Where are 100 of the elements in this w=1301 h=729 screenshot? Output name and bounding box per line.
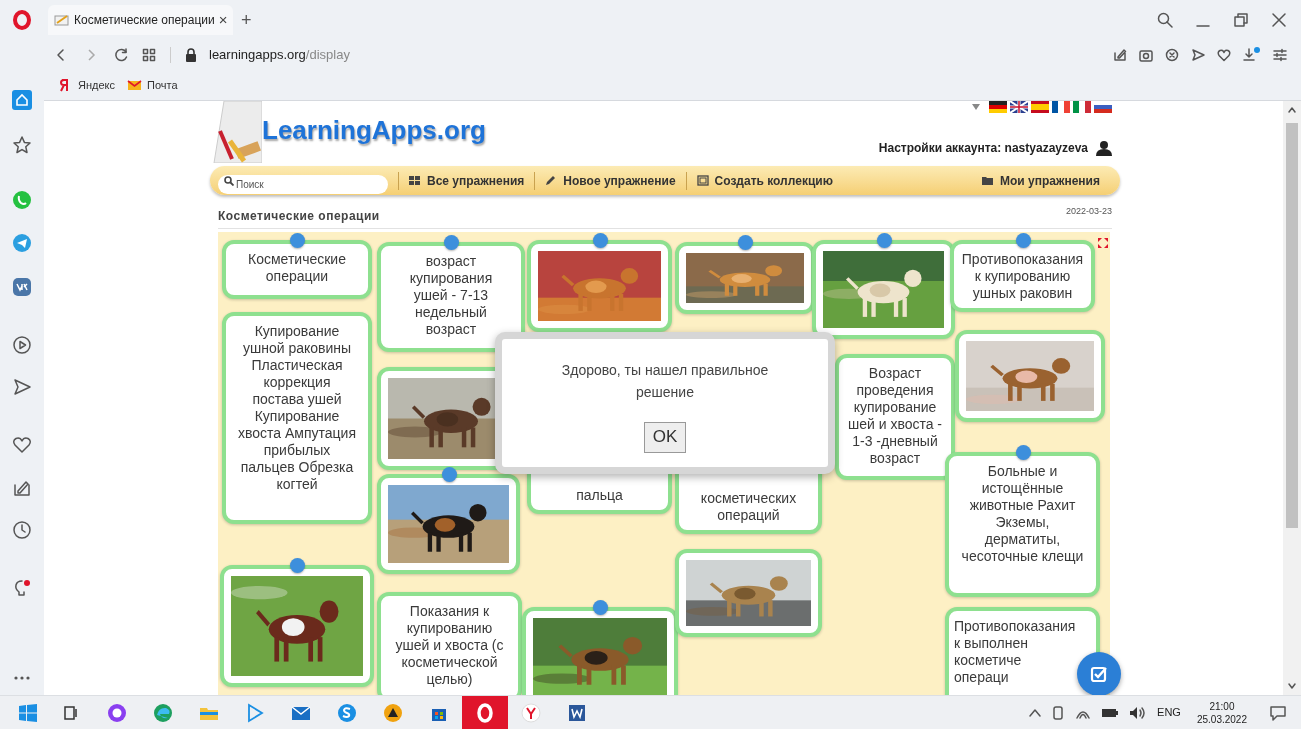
notification-icon[interactable] bbox=[1269, 704, 1287, 721]
clock-date[interactable]: 25.03.2022 bbox=[1196, 712, 1247, 726]
nav-link[interactable]: Создать коллекцию bbox=[686, 171, 843, 190]
download-icon[interactable] bbox=[1243, 47, 1261, 63]
folder-icon bbox=[981, 175, 994, 186]
italian-flag-icon[interactable] bbox=[1073, 101, 1091, 113]
text-card[interactable]: Купирование ушной раковины Пластическая коррекция постава ушей Купирование хвоста Ампутация прибылых пальцев Обрезка когтей bbox=[222, 311, 372, 524]
dialog-message: Здорово, ты нашел правильное решение bbox=[560, 360, 770, 402]
text-card[interactable]: Косметические операции bbox=[222, 239, 372, 299]
document-icon bbox=[567, 702, 587, 723]
camera-icon[interactable] bbox=[1139, 48, 1153, 62]
scroll-down-icon[interactable] bbox=[1287, 681, 1297, 691]
warning-icon bbox=[383, 702, 403, 723]
lock-icon bbox=[185, 48, 197, 62]
bookmark-link[interactable]: Почта bbox=[127, 76, 178, 94]
user-icon[interactable] bbox=[1096, 140, 1112, 156]
check-icon bbox=[1090, 664, 1108, 683]
spanish-flag-icon[interactable] bbox=[1031, 101, 1049, 113]
bulb-icon[interactable] bbox=[12, 578, 32, 598]
yandex-browser-icon bbox=[521, 702, 541, 723]
card-text: Купирование ушной раковины Пластическая коррекция постава ушей Купирование хвоста Ампутация прибылых пальцев Обрезка когтей bbox=[237, 322, 357, 493]
french-flag-icon[interactable] bbox=[1052, 101, 1070, 113]
edit-icon[interactable] bbox=[12, 478, 32, 498]
tab-title: Косметические операции bbox=[74, 12, 215, 29]
british-flag-icon[interactable] bbox=[1010, 101, 1028, 113]
search-icon[interactable] bbox=[1157, 12, 1173, 28]
exercise-title: Косметические операции bbox=[218, 207, 380, 225]
play-circle-icon[interactable] bbox=[12, 335, 32, 355]
card-text: Косметические операции bbox=[247, 250, 347, 285]
picture-card[interactable] bbox=[220, 564, 374, 687]
block-icon[interactable] bbox=[1165, 48, 1179, 62]
windows-start-icon[interactable] bbox=[18, 702, 38, 723]
card-text: возраст купирования ушей - 7-13 недельный возраст bbox=[408, 252, 494, 338]
nav-link[interactable]: Новое упражнение bbox=[535, 171, 686, 190]
social-icon[interactable] bbox=[12, 277, 32, 297]
tab-close-button[interactable]: × bbox=[218, 8, 228, 32]
restore-icon[interactable] bbox=[1233, 12, 1249, 28]
grid-icon[interactable] bbox=[142, 48, 156, 62]
card-text: пальца bbox=[576, 486, 623, 504]
nav-link[interactable]: Мои упражнения bbox=[971, 171, 1112, 190]
scrollbar-thumb[interactable] bbox=[1286, 123, 1298, 528]
frame-icon bbox=[696, 175, 709, 186]
card-text: Возраст проведения купирование шей и хвоста - 1-3 -дневный возраст bbox=[847, 364, 943, 467]
search-icon bbox=[224, 176, 234, 186]
site-logo[interactable]: LearningApps.org bbox=[262, 111, 486, 150]
text-card[interactable]: Показания к купированию ушей и хвоста (с косметической целью) bbox=[377, 591, 522, 695]
clock-icon[interactable] bbox=[12, 520, 32, 540]
notepad-drawing bbox=[210, 101, 262, 163]
reload-icon[interactable] bbox=[114, 48, 128, 62]
card-text: Противопоказания к выполнен косметиче операци bbox=[953, 617, 1076, 686]
send-icon[interactable] bbox=[1191, 48, 1205, 62]
text-card[interactable]: Больные и истощённые животные Рахит Экземы, дерматиты, чесоточные клещи bbox=[945, 451, 1100, 597]
german-flag-icon[interactable] bbox=[989, 101, 1007, 113]
heart-icon[interactable] bbox=[1217, 48, 1231, 62]
home-icon[interactable] bbox=[12, 90, 32, 110]
nav-link[interactable]: Все упражнения bbox=[399, 171, 535, 190]
card-text: косметических операций bbox=[699, 489, 798, 524]
assistant-icon bbox=[107, 702, 127, 723]
clock-time[interactable]: 21:00 bbox=[1209, 699, 1235, 713]
text-card[interactable]: Противопоказания к выполнен косметиче операци bbox=[945, 606, 1100, 695]
address-field[interactable]: learningapps.org/display bbox=[209, 45, 350, 65]
pencil-note-icon bbox=[54, 14, 70, 26]
opera-taskbar-item[interactable] bbox=[462, 695, 508, 729]
pencil-icon bbox=[545, 175, 558, 186]
text-card[interactable]: Возраст проведения купирование шей и хвоста - 1-3 -дневный возраст bbox=[835, 353, 955, 480]
battery-icon[interactable] bbox=[1101, 706, 1120, 719]
play-icon bbox=[245, 702, 265, 723]
ok-button[interactable]: OK bbox=[643, 421, 687, 453]
new-tab-button[interactable]: + bbox=[241, 6, 252, 34]
grid-icon bbox=[409, 175, 421, 186]
text-card[interactable]: Противопоказания к купированию ушных раковин bbox=[950, 239, 1095, 312]
chevron-up-icon[interactable] bbox=[1029, 707, 1042, 718]
text-card[interactable]: возраст купирования ушей - 7-13 недельный возраст bbox=[377, 241, 525, 352]
browser-tab[interactable]: Косметические операции × bbox=[48, 5, 233, 35]
picture-card[interactable] bbox=[377, 473, 520, 574]
speaker-icon[interactable] bbox=[1129, 705, 1148, 720]
pen-icon[interactable] bbox=[1051, 704, 1066, 721]
browser-icon bbox=[153, 702, 173, 723]
mail-icon bbox=[127, 77, 142, 93]
bookmark-link[interactable]: Яндекс bbox=[58, 76, 115, 94]
messenger-icon bbox=[337, 702, 357, 723]
dropdown-icon[interactable] bbox=[972, 104, 980, 110]
opera-icon bbox=[475, 702, 495, 723]
search-field[interactable]: Поиск bbox=[218, 175, 388, 194]
expand-icon[interactable] bbox=[1098, 237, 1108, 248]
card-text: Противопоказания к купированию ушных раковин bbox=[961, 250, 1084, 302]
settings-icon[interactable] bbox=[1273, 48, 1287, 62]
account-settings-link[interactable]: Настройки аккаунта: nastyazayzeva bbox=[878, 139, 1088, 157]
exercise-date: 2022-03-23 bbox=[1065, 205, 1112, 218]
send-icon[interactable] bbox=[12, 377, 32, 397]
heart-icon[interactable] bbox=[12, 435, 32, 455]
paper-plane-icon[interactable] bbox=[12, 233, 32, 253]
opera-logo-icon[interactable] bbox=[13, 10, 31, 30]
language-indicator[interactable]: ENG bbox=[1157, 704, 1181, 721]
close-icon[interactable] bbox=[1271, 12, 1287, 28]
star-icon[interactable] bbox=[12, 135, 32, 155]
scroll-up-icon[interactable] bbox=[1287, 105, 1297, 115]
scrollbar[interactable] bbox=[1283, 101, 1301, 695]
card-text: Показания к купированию ушей и хвоста (с косметической целью) bbox=[394, 602, 505, 688]
edit-icon[interactable] bbox=[1113, 48, 1127, 62]
